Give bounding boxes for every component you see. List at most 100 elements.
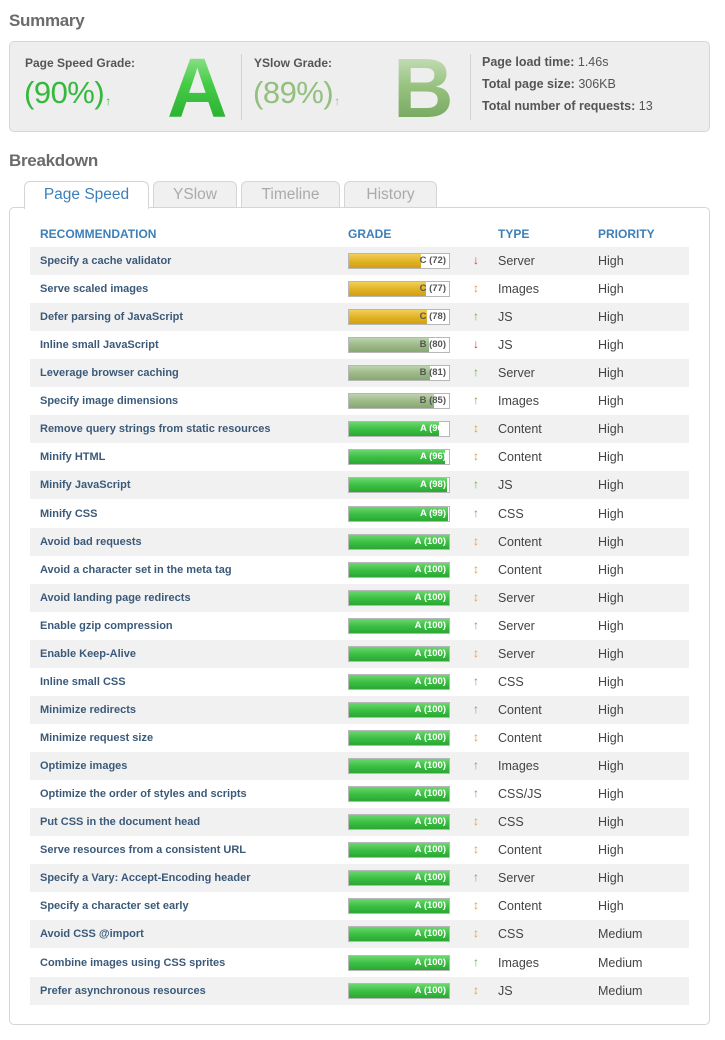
tab-page-speed[interactable]: Page Speed bbox=[24, 181, 149, 209]
table-row[interactable]: Serve resources from a consistent URL A (… bbox=[30, 836, 689, 864]
arrow-updown-icon: ↕ bbox=[473, 589, 479, 604]
column-header-type[interactable]: TYPE bbox=[498, 227, 529, 241]
arrow-up-icon: ↑ bbox=[473, 477, 479, 492]
recommendation-name[interactable]: Inline small CSS bbox=[40, 676, 126, 688]
recommendation-name[interactable]: Leverage browser caching bbox=[40, 367, 179, 379]
grade-bar: C (78) bbox=[348, 309, 450, 326]
recommendation-name[interactable]: Minify CSS bbox=[40, 508, 97, 520]
table-row[interactable]: Specify a cache validator C (72) ↓ Server Hi… bbox=[30, 247, 689, 275]
grade-label: A (99) bbox=[419, 507, 446, 519]
type-cell: Content bbox=[498, 702, 542, 717]
arrow-updown-icon: ↕ bbox=[473, 982, 479, 997]
table-row[interactable]: Avoid a character set in the meta tag A (… bbox=[30, 556, 689, 584]
table-row[interactable]: Avoid landing page redirects A (100) ↕ Serv… bbox=[30, 583, 689, 612]
priority-cell: High bbox=[598, 843, 624, 858]
recommendation-name[interactable]: Avoid CSS @import bbox=[40, 928, 144, 940]
recommendation-name[interactable]: Remove query strings from static resourc… bbox=[40, 423, 270, 435]
stat-label: Total page size: bbox=[482, 77, 575, 91]
recommendation-name[interactable]: Optimize the order of styles and scripts bbox=[40, 788, 247, 800]
column-header-recommendation[interactable]: RECOMMENDATION bbox=[40, 227, 156, 241]
priority-cell: High bbox=[598, 366, 624, 381]
recommendation-name[interactable]: Inline small JavaScript bbox=[40, 339, 159, 351]
recommendation-name[interactable]: Avoid a character set in the meta tag bbox=[40, 564, 232, 576]
type-cell: CSS bbox=[498, 674, 524, 689]
recommendation-name[interactable]: Enable Keep-Alive bbox=[40, 648, 136, 660]
arrow-updown-icon: ↕ bbox=[473, 645, 479, 660]
table-row[interactable]: Minimize redirects A (100) ↑ Content High bbox=[30, 695, 689, 724]
recommendation-name[interactable]: Specify a character set early bbox=[40, 900, 189, 912]
table-row[interactable]: Combine images using CSS sprites A (100) ↑… bbox=[30, 949, 689, 977]
recommendation-name[interactable]: Avoid landing page redirects bbox=[40, 592, 191, 604]
arrow-updown-icon: ↕ bbox=[473, 421, 479, 436]
recommendation-name[interactable]: Combine images using CSS sprites bbox=[40, 957, 225, 969]
type-cell: Server bbox=[498, 254, 535, 268]
grade-bar: A (100) bbox=[348, 561, 450, 578]
table-row[interactable]: Avoid bad requests A (100) ↕ Content High bbox=[30, 527, 689, 556]
recommendation-name[interactable]: Prefer asynchronous resources bbox=[40, 985, 206, 997]
table-row[interactable]: Specify a Vary: Accept-Encoding header A … bbox=[30, 864, 689, 893]
recommendation-name[interactable]: Put CSS in the document head bbox=[40, 816, 200, 828]
table-row[interactable]: Minimize request size A (100) ↕ Content High bbox=[30, 724, 689, 752]
tab-yslow[interactable]: YSlow bbox=[153, 181, 237, 208]
arrow-down-icon: ↓ bbox=[473, 337, 479, 352]
recommendation-name[interactable]: Enable gzip compression bbox=[40, 620, 173, 632]
table-row[interactable]: Specify image dimensions B (85) ↑ Images Hig… bbox=[30, 387, 689, 415]
grade-label: C (77) bbox=[419, 283, 446, 295]
stat-value: 13 bbox=[638, 99, 653, 113]
arrow-up-icon: ↑ bbox=[473, 701, 479, 716]
type-cell: Content bbox=[498, 422, 542, 437]
recommendation-name[interactable]: Optimize images bbox=[40, 760, 127, 772]
recommendation-name[interactable]: Specify image dimensions bbox=[40, 395, 178, 407]
table-row[interactable]: Prefer asynchronous resources A (100) ↕ JS M… bbox=[30, 976, 689, 1005]
column-header-grade[interactable]: GRADE bbox=[348, 227, 391, 241]
arrow-updown-icon: ↕ bbox=[473, 449, 479, 464]
type-cell: CSS bbox=[498, 815, 524, 830]
table-row[interactable]: Inline small JavaScript B (80) ↓ JS High bbox=[30, 331, 689, 359]
recommendation-name[interactable]: Minify HTML bbox=[40, 451, 105, 463]
recommendation-name[interactable]: Defer parsing of JavaScript bbox=[40, 311, 183, 323]
grade-bar: A (100) bbox=[348, 926, 450, 943]
pagespeed-grade-label: Page Speed Grade: bbox=[25, 56, 136, 70]
grade-label: C (78) bbox=[419, 311, 446, 323]
yslow-percent-value: (89%) bbox=[253, 75, 334, 110]
table-row[interactable]: Specify a character set early A (100) ↕ Con… bbox=[30, 892, 689, 920]
grade-bar: B (85) bbox=[348, 393, 450, 410]
summary-heading: Summary bbox=[9, 11, 85, 30]
recommendation-name[interactable]: Minify JavaScript bbox=[40, 479, 130, 491]
table-row[interactable]: Avoid CSS @import A (100) ↕ CSS Medium bbox=[30, 920, 689, 949]
tab-history[interactable]: History bbox=[344, 181, 437, 208]
arrow-updown-icon: ↕ bbox=[473, 561, 479, 576]
table-row[interactable]: Put CSS in the document head A (100) ↕ CSS H… bbox=[30, 808, 689, 837]
recommendation-name[interactable]: Specify a cache validator bbox=[40, 255, 171, 267]
recommendation-name[interactable]: Minimize request size bbox=[40, 732, 153, 744]
table-row[interactable]: Optimize the order of styles and scripts… bbox=[30, 780, 689, 808]
arrow-up-icon: ↑ bbox=[473, 505, 479, 520]
table-row[interactable]: Defer parsing of JavaScript C (78) ↑ JS High bbox=[30, 303, 689, 332]
tab-timeline[interactable]: Timeline bbox=[241, 181, 340, 208]
grade-bar: A (100) bbox=[348, 589, 450, 606]
grade-label: A (100) bbox=[414, 703, 446, 715]
recommendation-name[interactable]: Serve resources from a consistent URL bbox=[40, 844, 246, 856]
table-row[interactable]: Leverage browser caching B (81) ↑ Server Hig… bbox=[30, 359, 689, 388]
recommendation-name[interactable]: Minimize redirects bbox=[40, 704, 136, 716]
stat-value: 306KB bbox=[578, 77, 616, 91]
table-row[interactable]: Minify CSS A (99) ↑ CSS High bbox=[30, 500, 689, 528]
arrow-up-icon: ↑ bbox=[473, 617, 479, 632]
priority-cell: Medium bbox=[598, 983, 643, 998]
grade-label: A (100) bbox=[414, 984, 446, 996]
table-row[interactable]: Serve scaled images C (77) ↕ Images High bbox=[30, 275, 689, 303]
table-row[interactable]: Remove query strings from static resourc… bbox=[30, 415, 689, 444]
table-row[interactable]: Minify HTML A (96) ↕ Content High bbox=[30, 443, 689, 471]
table-row[interactable]: Optimize images A (100) ↑ Images High bbox=[30, 752, 689, 781]
column-header-priority[interactable]: PRIORITY bbox=[598, 227, 655, 241]
table-row[interactable]: Enable Keep-Alive A (100) ↕ Server High bbox=[30, 639, 689, 668]
grade-bar: A (90) bbox=[348, 421, 450, 438]
recommendation-name[interactable]: Avoid bad requests bbox=[40, 536, 142, 548]
table-row[interactable]: Inline small CSS A (100) ↑ CSS High bbox=[30, 668, 689, 696]
stat-value: 1.46s bbox=[577, 55, 609, 69]
table-row[interactable]: Enable gzip compression A (100) ↑ Server Hig… bbox=[30, 612, 689, 640]
grade-bar: A (100) bbox=[348, 645, 450, 662]
recommendation-name[interactable]: Serve scaled images bbox=[40, 283, 148, 295]
table-row[interactable]: Minify JavaScript A (98) ↑ JS High bbox=[30, 471, 689, 500]
recommendation-name[interactable]: Specify a Vary: Accept-Encoding header bbox=[40, 872, 251, 884]
